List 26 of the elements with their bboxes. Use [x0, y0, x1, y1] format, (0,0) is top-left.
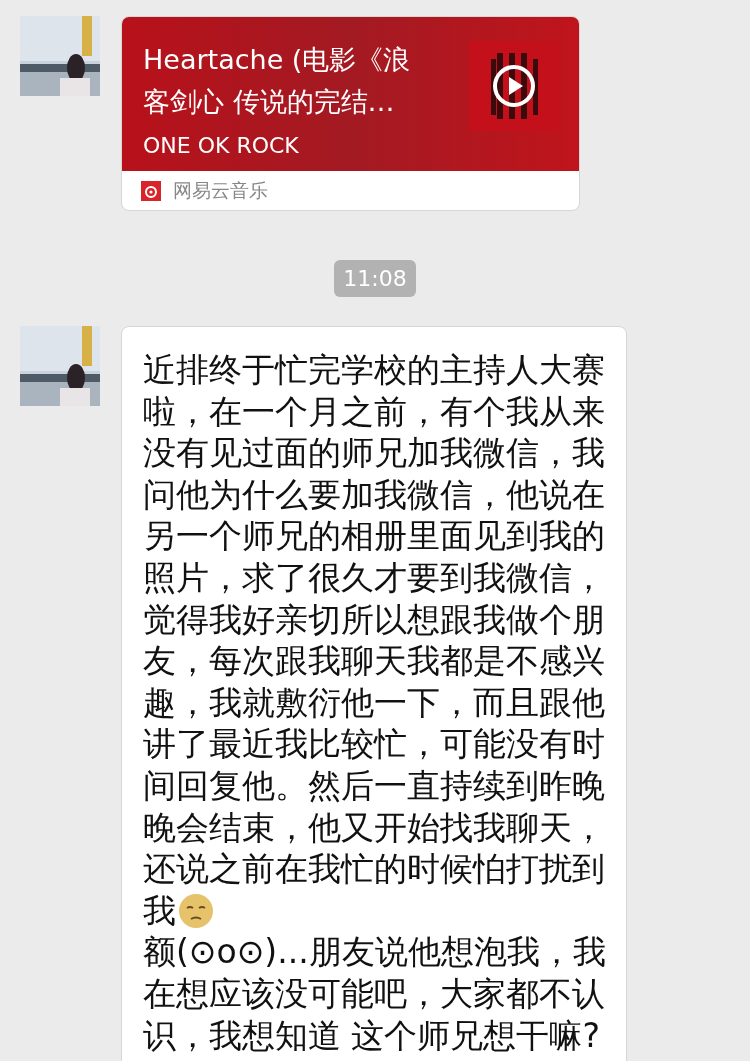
music-card[interactable]: Heartache (电影《浪 客剑心 传说的完结… ONE OK ROCK 网易云音乐 [121, 16, 580, 211]
sad-face-icon [178, 892, 214, 929]
message-text: 还说之前在我忙的时候怕打扰到 [143, 848, 605, 890]
message-text: 识，我想知道 这个师兄想干嘛? [143, 1014, 600, 1057]
message-text: 趣，我就敷衍他一下，而且跟他 [143, 681, 605, 724]
artist-name: ONE OK ROCK [143, 133, 300, 158]
source-label: 网易云音乐 [173, 177, 268, 203]
message-text: 额(⊙o⊙)...朋友说他想泡我，我 [143, 931, 606, 973]
song-title: Heartache (电影《浪 [143, 43, 412, 77]
message-text: 间回复他。然后一直持续到昨晚 [143, 764, 605, 807]
message-text: 在想应该没可能吧，大家都不认 [143, 972, 605, 1015]
message-text: 友，每次跟我聊天我都是不感兴 [143, 640, 605, 682]
message-text: 我 [143, 889, 176, 932]
play-icon[interactable] [492, 64, 536, 108]
timestamp: 11:08 [334, 260, 416, 297]
message-text: 近排终于忙完学校的主持人大赛 [143, 349, 605, 391]
message-text: 讲了最近我比较忙，可能没有时 [143, 723, 605, 765]
message-text: 另一个师兄的相册里面见到我的 [143, 515, 605, 557]
song-title: 客剑心 传说的完结… [143, 85, 396, 119]
message-text: 照片，求了很久才要到我微信， [143, 556, 605, 599]
message-text: 觉得我好亲切所以想跟我做个朋 [143, 598, 605, 641]
message-text: 啦，在一个月之前，有个我从来 [143, 390, 605, 433]
message-text: 问他为什么要加我微信，他说在 [143, 473, 605, 516]
music-app-icon [141, 180, 161, 201]
message-text: 没有见过面的师兄加我微信，我 [143, 432, 605, 474]
message-text: 晚会结束，他又开始找我聊天， [143, 806, 605, 849]
